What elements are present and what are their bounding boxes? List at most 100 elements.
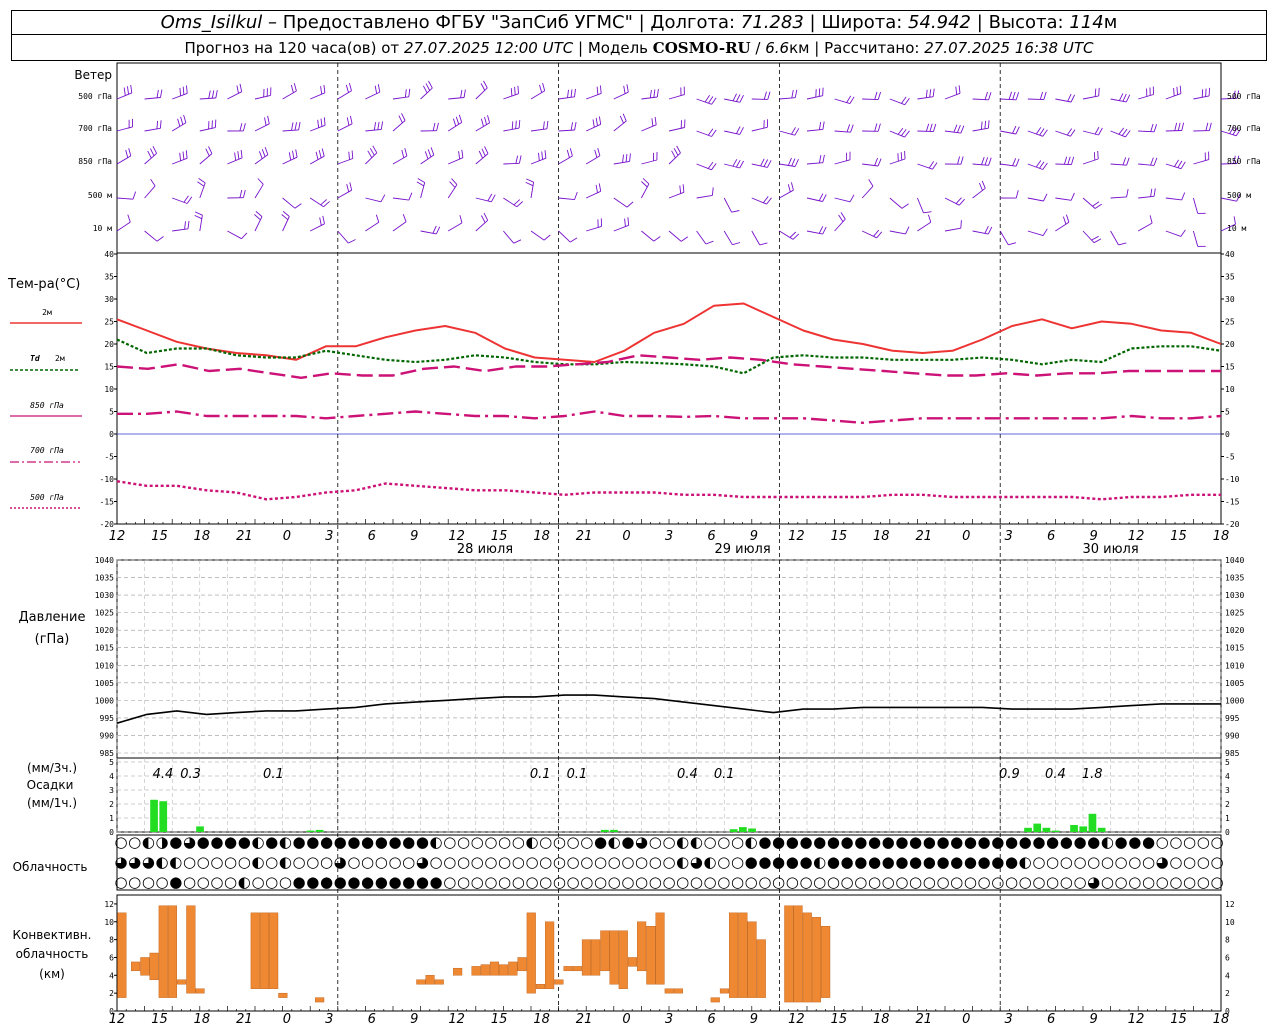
cloud-cover-symbol: ●: [347, 833, 360, 851]
conv-ytick-label-right: 10: [1225, 918, 1235, 927]
convective-bar: [278, 992, 288, 998]
wind-barb: [1165, 159, 1186, 170]
pressure-ytick-label: 1025: [95, 609, 114, 618]
wind-barb: [365, 214, 380, 232]
wind-barb-feather: [542, 82, 546, 91]
wind-barb-feather: [984, 157, 989, 166]
wind-barb-feather: [988, 157, 992, 166]
temp-axis-title: Тем-ра(°С): [7, 277, 80, 292]
wind-barb-feather: [1173, 87, 1175, 97]
wind-barb: [972, 120, 990, 132]
wind-barb-feather: [1177, 122, 1181, 131]
wind-barb-feather: [182, 151, 185, 160]
cloud-cover-symbol: ○: [183, 873, 196, 891]
precip-ytick-label: 1: [109, 814, 114, 823]
precip-bar: [1097, 827, 1106, 832]
cloud-cover-symbol: ○: [183, 853, 196, 871]
wind-barb-feather: [1063, 156, 1068, 165]
wind-barb-feather: [132, 191, 137, 200]
cloud-cover-symbol: ○: [854, 873, 867, 891]
wind-barb-feather: [736, 126, 741, 134]
wind-barb-shaft: [613, 91, 629, 100]
wind-barb-feather: [417, 178, 425, 183]
cloud-cover-symbol: ●: [868, 833, 881, 851]
temp-ytick-label-right: 30: [1225, 295, 1235, 304]
wind-barb-feather: [626, 201, 634, 208]
cloud-cover-symbol: ●: [936, 833, 949, 851]
conv-ytick-label-right: 4: [1225, 971, 1230, 980]
wind-barb-feather: [1181, 192, 1186, 201]
cloud-cover-symbol: ●: [1060, 833, 1073, 851]
wind-barb: [194, 211, 203, 232]
wind-barb: [1000, 158, 1020, 167]
wind-barb: [1193, 151, 1210, 165]
wind-barb-shaft: [337, 189, 352, 199]
wind-barb-feather: [673, 148, 679, 156]
cloud-cover-symbol: ○: [471, 853, 484, 871]
wind-barb-shaft: [613, 120, 627, 132]
cloud-cover-symbol: ○: [1197, 853, 1210, 871]
wind-level-label: 10 м: [93, 224, 112, 233]
cloud-cover-symbol: ○: [594, 873, 607, 891]
convective-bar: [811, 917, 821, 1003]
wind-barb-feather: [461, 149, 464, 158]
wind-barb: [475, 193, 496, 203]
wind-barb-feather: [1067, 156, 1071, 165]
pressure-ytick-label: 1035: [95, 574, 114, 583]
wind-barb-feather: [239, 83, 243, 92]
convective-bar: [269, 912, 279, 989]
wind-barb-feather: [846, 124, 851, 133]
wind-barb-feather: [1180, 161, 1186, 169]
wind-barb: [1193, 87, 1211, 100]
wind-barb-feather: [874, 123, 878, 132]
cloud-cover-symbol: ○: [142, 873, 155, 891]
cloud-cover-symbol: ●: [402, 833, 415, 851]
wind-barb: [310, 84, 326, 100]
pressure-ytick-label: 1015: [95, 644, 114, 653]
convective-bar: [425, 975, 435, 985]
cloud-cover-symbol: ○: [758, 873, 771, 891]
convective-bar: [627, 957, 637, 967]
wind-barb-feather: [458, 151, 461, 160]
cloud-cover-symbol: ○: [347, 853, 360, 871]
wind-barb-feather: [515, 155, 519, 164]
temp-ytick-label-right: 10: [1225, 385, 1235, 394]
precip-ytick-label-right: 4: [1225, 772, 1230, 781]
cloud-cover-symbol: ◐: [813, 853, 826, 871]
wind-barb-feather: [295, 149, 298, 158]
cloud-cover-symbol: ●: [375, 833, 388, 851]
wind-barb: [972, 180, 986, 199]
pressure-ytick-label-right: 1035: [1225, 574, 1244, 583]
temp-xtick-label: 6: [1047, 529, 1055, 544]
wind-barb-feather: [236, 85, 239, 94]
wind-barb-feather: [345, 84, 349, 93]
wind-barb: [254, 178, 264, 199]
wind-barb: [1082, 197, 1102, 209]
wind-barb-feather: [294, 203, 302, 209]
wind-barb-feather: [321, 148, 325, 157]
wind-barb-shaft: [641, 183, 650, 199]
wind-barb: [448, 149, 464, 165]
wind-barb: [558, 230, 578, 243]
wind-barb: [337, 230, 356, 244]
conv-xtick-label: 15: [491, 1012, 508, 1024]
cloud-cover-symbol: ◕: [1156, 853, 1169, 871]
wind-barb: [668, 230, 689, 242]
wind-barb-feather: [1039, 91, 1044, 100]
cloud-cover-symbol: ◕: [690, 853, 703, 871]
temp-xtick-label: 12: [109, 529, 126, 544]
precip-bar: [1033, 823, 1042, 832]
wind-barb-shaft: [254, 216, 263, 232]
wind-barb-shaft: [558, 155, 573, 165]
wind-barb-shaft: [806, 162, 823, 165]
wind-barb: [475, 212, 489, 232]
temp-xtick-label: 18: [1213, 529, 1230, 544]
wind-barb-feather: [198, 178, 206, 184]
cloud-cover-symbol: ○: [1183, 873, 1196, 891]
wind-barb-feather: [452, 118, 457, 127]
wind-barb-shaft: [172, 157, 188, 165]
wind-barb-feather: [459, 215, 463, 224]
cloud-cover-symbol: ○: [114, 833, 127, 851]
wind-barb-feather: [294, 122, 298, 131]
wind-barb: [751, 119, 769, 132]
